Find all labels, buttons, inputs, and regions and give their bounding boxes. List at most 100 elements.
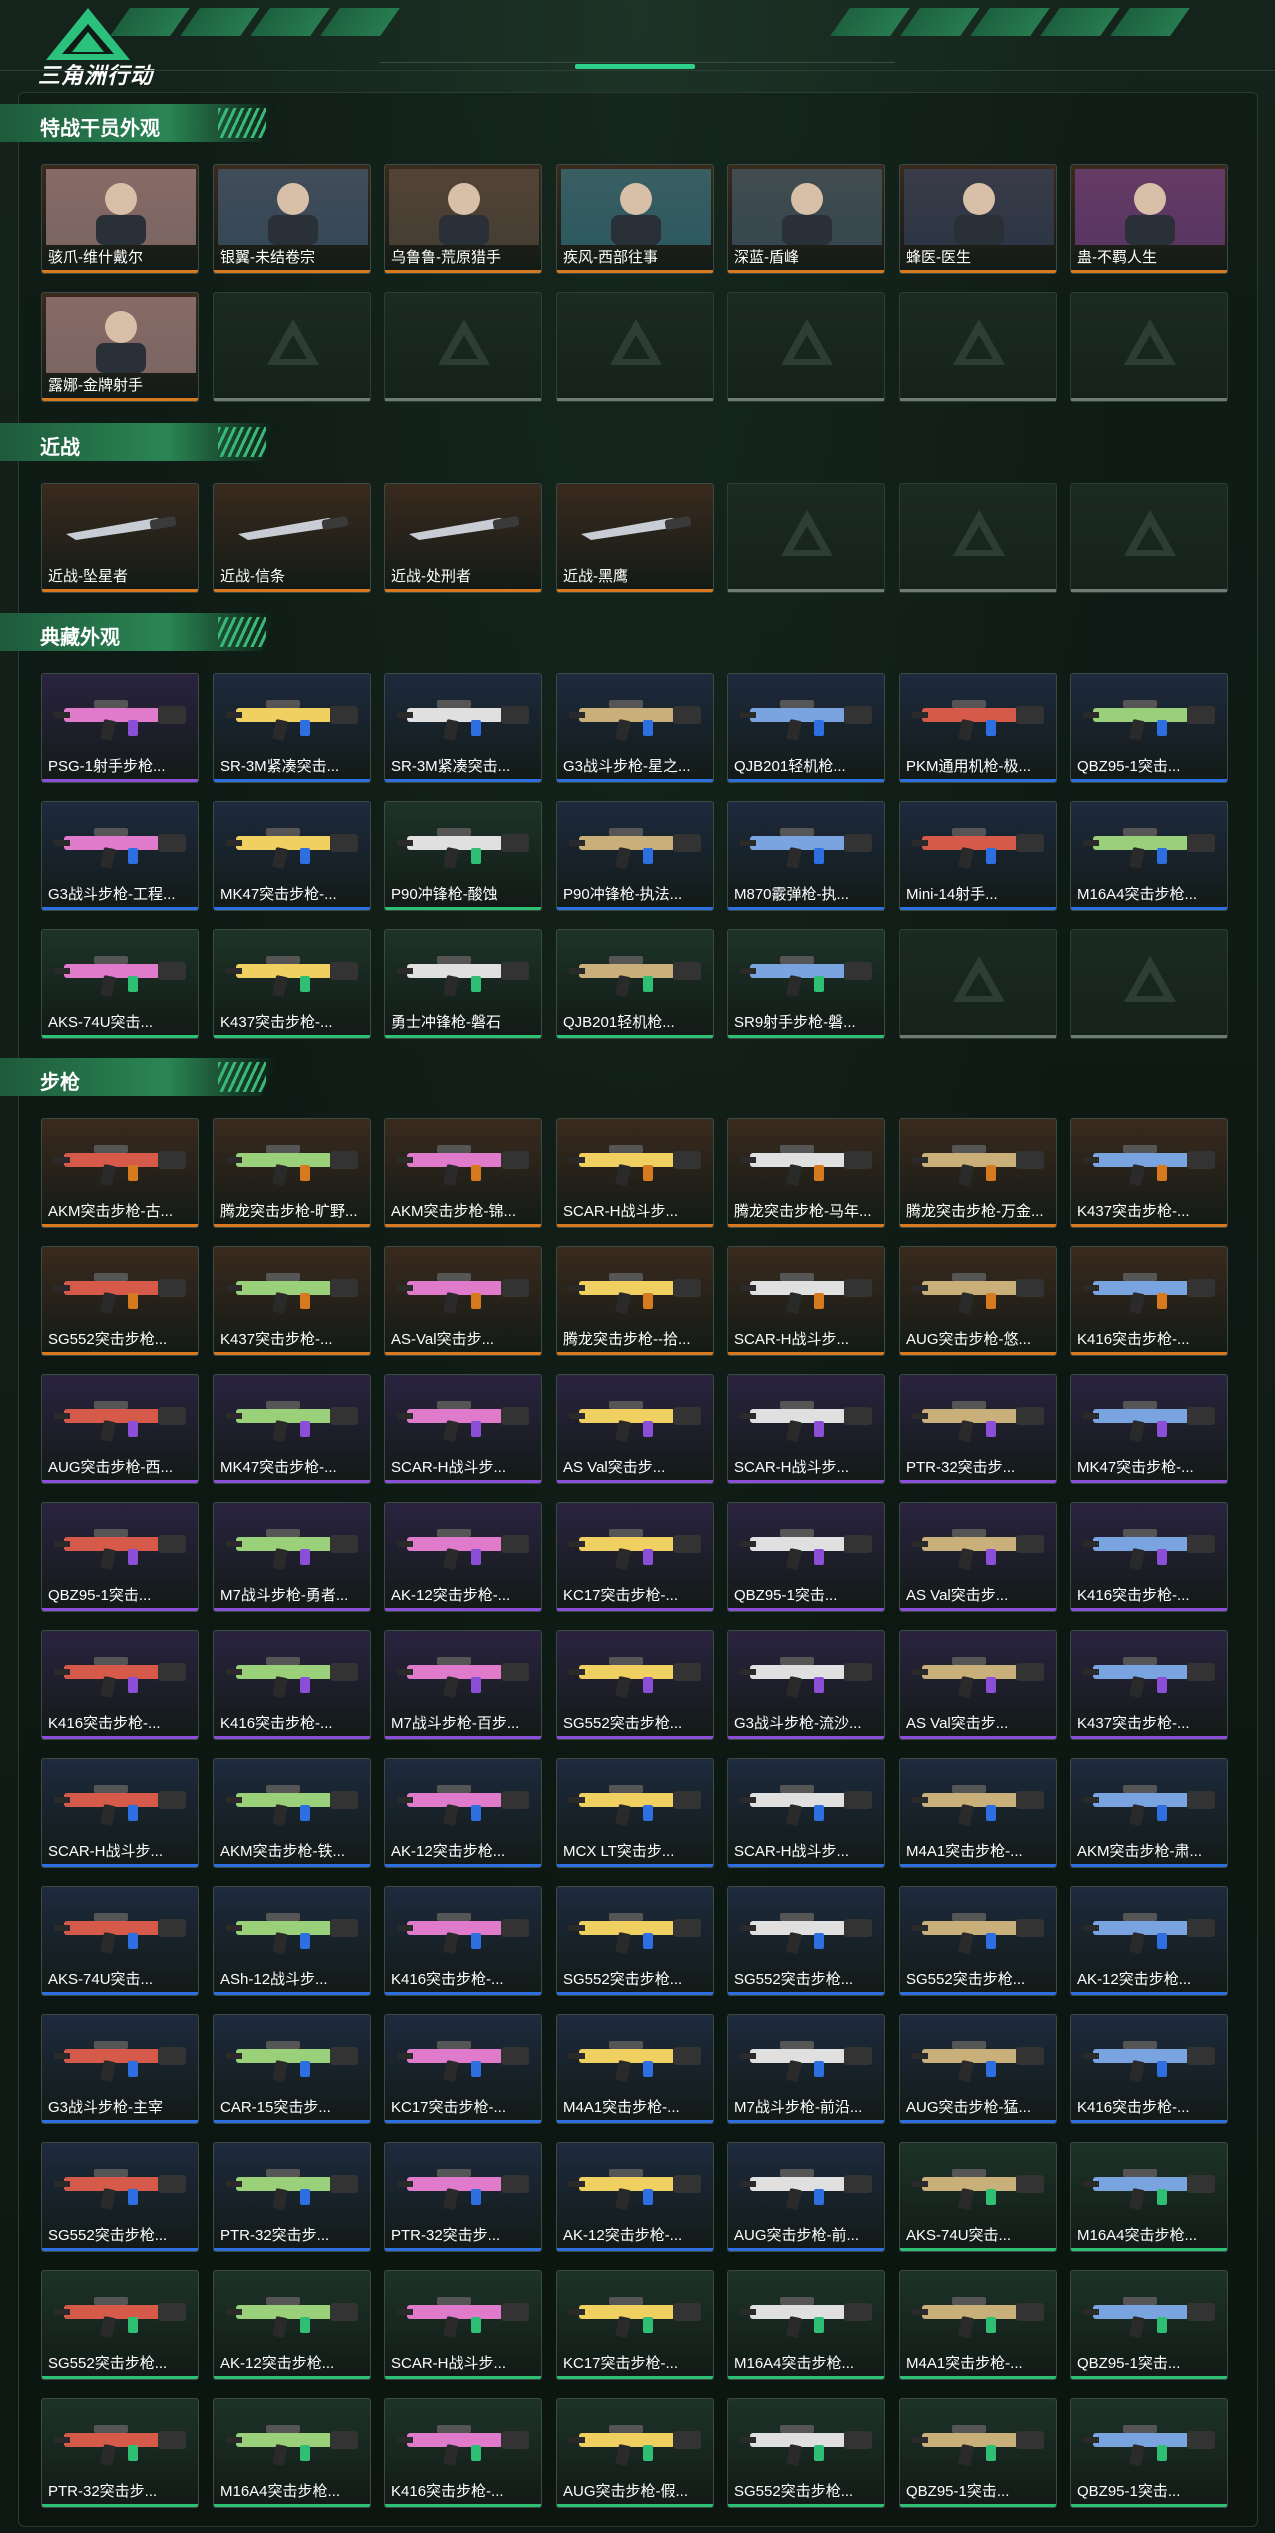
- skin-card[interactable]: M7战斗步枪-前沿...: [727, 2014, 885, 2124]
- skin-card[interactable]: QBZ95-1突击...: [41, 1502, 199, 1612]
- skin-card[interactable]: SG552突击步枪...: [556, 1630, 714, 1740]
- skin-card[interactable]: 腾龙突击步枪-马年...: [727, 1118, 885, 1228]
- skin-card[interactable]: AS Val突击步...: [899, 1630, 1057, 1740]
- skin-card[interactable]: 近战-信条: [213, 483, 371, 593]
- skin-card[interactable]: QJB201轻机枪...: [727, 673, 885, 783]
- skin-card[interactable]: KC17突击步枪-...: [384, 2014, 542, 2124]
- skin-card[interactable]: 腾龙突击步枪-旷野...: [213, 1118, 371, 1228]
- skin-card[interactable]: SG552突击步枪...: [899, 1886, 1057, 1996]
- skin-card[interactable]: AKS-74U突击...: [41, 1886, 199, 1996]
- skin-card[interactable]: M7战斗步枪-百步...: [384, 1630, 542, 1740]
- skin-card[interactable]: SG552突击步枪...: [556, 1886, 714, 1996]
- skin-card[interactable]: M16A4突击步枪...: [213, 2398, 371, 2508]
- skin-card[interactable]: PTR-32突击步...: [213, 2142, 371, 2252]
- skin-card[interactable]: SCAR-H战斗步...: [727, 1758, 885, 1868]
- skin-card[interactable]: M16A4突击步枪...: [727, 2270, 885, 2380]
- skin-card[interactable]: QBZ95-1突击...: [1070, 2398, 1228, 2508]
- skin-card[interactable]: SCAR-H战斗步...: [384, 2270, 542, 2380]
- skin-card[interactable]: K416突击步枪-...: [1070, 1502, 1228, 1612]
- skin-card[interactable]: Mini-14射手...: [899, 801, 1057, 911]
- skin-card[interactable]: SCAR-H战斗步...: [727, 1246, 885, 1356]
- skin-card[interactable]: 近战-处刑者: [384, 483, 542, 593]
- skin-card[interactable]: AUG突击步枪-悠...: [899, 1246, 1057, 1356]
- skin-card[interactable]: ASh-12战斗步...: [213, 1886, 371, 1996]
- skin-card[interactable]: SCAR-H战斗步...: [384, 1374, 542, 1484]
- skin-card[interactable]: AK-12突击步枪-...: [556, 2142, 714, 2252]
- skin-card[interactable]: AK-12突击步枪...: [384, 1758, 542, 1868]
- skin-card[interactable]: K416突击步枪-...: [41, 1630, 199, 1740]
- skin-card[interactable]: SCAR-H战斗步...: [41, 1758, 199, 1868]
- skin-card[interactable]: AUG突击步枪-西...: [41, 1374, 199, 1484]
- skin-card[interactable]: KC17突击步枪-...: [556, 1502, 714, 1612]
- skin-card[interactable]: G3战斗步枪-星之...: [556, 673, 714, 783]
- skin-card[interactable]: PTR-32突击步...: [41, 2398, 199, 2508]
- skin-card[interactable]: 骇爪-维什戴尔: [41, 164, 199, 274]
- skin-card[interactable]: SR-3M紧凑突击...: [213, 673, 371, 783]
- skin-card[interactable]: 腾龙突击步枪--拾...: [556, 1246, 714, 1356]
- skin-card[interactable]: 深蓝-盾峰: [727, 164, 885, 274]
- skin-card[interactable]: G3战斗步枪-流沙...: [727, 1630, 885, 1740]
- skin-card[interactable]: SG552突击步枪...: [727, 1886, 885, 1996]
- skin-card[interactable]: PTR-32突击步...: [899, 1374, 1057, 1484]
- skin-card[interactable]: AUG突击步枪-前...: [727, 2142, 885, 2252]
- skin-card[interactable]: AKM突击步枪-肃...: [1070, 1758, 1228, 1868]
- skin-card[interactable]: M7战斗步枪-勇者...: [213, 1502, 371, 1612]
- skin-card[interactable]: 疾风-西部往事: [556, 164, 714, 274]
- skin-card[interactable]: SG552突击步枪...: [727, 2398, 885, 2508]
- skin-card[interactable]: 近战-坠星者: [41, 483, 199, 593]
- skin-card[interactable]: K437突击步枪-...: [1070, 1118, 1228, 1228]
- skin-card[interactable]: M870霰弹枪-执...: [727, 801, 885, 911]
- skin-card[interactable]: AS Val突击步...: [899, 1502, 1057, 1612]
- skin-card[interactable]: AKS-74U突击...: [41, 929, 199, 1039]
- skin-card[interactable]: 腾龙突击步枪-万金...: [899, 1118, 1057, 1228]
- skin-card[interactable]: QJB201轻机枪...: [556, 929, 714, 1039]
- skin-card[interactable]: AKM突击步枪-古...: [41, 1118, 199, 1228]
- skin-card[interactable]: QBZ95-1突击...: [727, 1502, 885, 1612]
- skin-card[interactable]: AK-12突击步枪...: [1070, 1886, 1228, 1996]
- skin-card[interactable]: MCX LT突击步...: [556, 1758, 714, 1868]
- skin-card[interactable]: MK47突击步枪-...: [213, 1374, 371, 1484]
- skin-card[interactable]: PKM通用机枪-极...: [899, 673, 1057, 783]
- skin-card[interactable]: SCAR-H战斗步...: [556, 1118, 714, 1228]
- skin-card[interactable]: 近战-黑鹰: [556, 483, 714, 593]
- skin-card[interactable]: P90冲锋枪-酸蚀: [384, 801, 542, 911]
- skin-card[interactable]: PTR-32突击步...: [384, 2142, 542, 2252]
- skin-card[interactable]: K416突击步枪-...: [213, 1630, 371, 1740]
- skin-card[interactable]: MK47突击步枪-...: [213, 801, 371, 911]
- skin-card[interactable]: AK-12突击步枪-...: [384, 1502, 542, 1612]
- skin-card[interactable]: AKM突击步枪-铁...: [213, 1758, 371, 1868]
- skin-card[interactable]: AUG突击步枪-猛...: [899, 2014, 1057, 2124]
- skin-card[interactable]: QBZ95-1突击...: [899, 2398, 1057, 2508]
- skin-card[interactable]: MK47突击步枪-...: [1070, 1374, 1228, 1484]
- skin-card[interactable]: K416突击步枪-...: [1070, 1246, 1228, 1356]
- skin-card[interactable]: M4A1突击步枪-...: [556, 2014, 714, 2124]
- skin-card[interactable]: SR-3M紧凑突击...: [384, 673, 542, 783]
- skin-card[interactable]: SG552突击步枪...: [41, 2142, 199, 2252]
- skin-card[interactable]: M16A4突击步枪...: [1070, 2142, 1228, 2252]
- skin-card[interactable]: K437突击步枪-...: [1070, 1630, 1228, 1740]
- skin-card[interactable]: SR9射手步枪-磐...: [727, 929, 885, 1039]
- skin-card[interactable]: K437突击步枪-...: [213, 1246, 371, 1356]
- skin-card[interactable]: 乌鲁鲁-荒原猎手: [384, 164, 542, 274]
- skin-card[interactable]: 蜂医-医生: [899, 164, 1057, 274]
- skin-card[interactable]: AUG突击步枪-假...: [556, 2398, 714, 2508]
- skin-card[interactable]: G3战斗步枪-工程...: [41, 801, 199, 911]
- skin-card[interactable]: QBZ95-1突击...: [1070, 2270, 1228, 2380]
- skin-card[interactable]: AK-12突击步枪...: [213, 2270, 371, 2380]
- skin-card[interactable]: AS Val突击步...: [556, 1374, 714, 1484]
- skin-card[interactable]: K416突击步枪-...: [1070, 2014, 1228, 2124]
- skin-card[interactable]: P90冲锋枪-执法...: [556, 801, 714, 911]
- skin-card[interactable]: M4A1突击步枪-...: [899, 1758, 1057, 1868]
- skin-card[interactable]: KC17突击步枪-...: [556, 2270, 714, 2380]
- skin-card[interactable]: K437突击步枪-...: [213, 929, 371, 1039]
- skin-card[interactable]: PSG-1射手步枪...: [41, 673, 199, 783]
- skin-card[interactable]: 勇士冲锋枪-磐石: [384, 929, 542, 1039]
- skin-card[interactable]: K416突击步枪-...: [384, 2398, 542, 2508]
- skin-card[interactable]: K416突击步枪-...: [384, 1886, 542, 1996]
- skin-card[interactable]: AKS-74U突击...: [899, 2142, 1057, 2252]
- skin-card[interactable]: QBZ95-1突击...: [1070, 673, 1228, 783]
- skin-card[interactable]: CAR-15突击步...: [213, 2014, 371, 2124]
- skin-card[interactable]: M4A1突击步枪-...: [899, 2270, 1057, 2380]
- skin-card[interactable]: AKM突击步枪-锦...: [384, 1118, 542, 1228]
- skin-card[interactable]: SCAR-H战斗步...: [727, 1374, 885, 1484]
